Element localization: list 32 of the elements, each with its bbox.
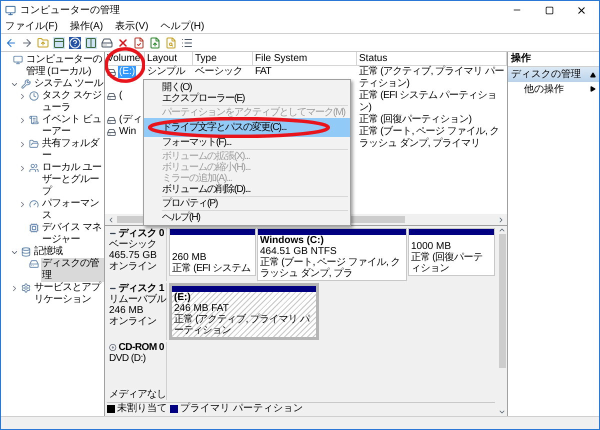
section-title: ディスクの管理: [511, 68, 581, 82]
table-cell-text: 正常 (EFI システム パーティション): [359, 90, 498, 114]
table-cell: シンプル: [147, 66, 185, 78]
table-cell: ベーシック: [195, 66, 242, 78]
partition-name: (E:): [174, 292, 192, 303]
table-cell: FAT: [255, 66, 272, 78]
disk-name: ディスク 1: [118, 283, 164, 294]
disk-name: CD-ROM 0: [118, 342, 164, 353]
legend-label: 未割り当て: [117, 403, 167, 414]
partition-status: 正常 (EFI システム: [172, 263, 252, 274]
disk-state: オンライン: [109, 316, 158, 327]
disk-type: ベーシック: [109, 239, 158, 250]
partition-status: 正常 (アクティブ, プライマリ パーティション: [174, 314, 311, 336]
partition-size: 246 MB FAT: [174, 303, 230, 314]
disk-name: ディスク 0: [118, 228, 164, 239]
disk-size: 465.75 GB: [109, 250, 158, 261]
disk-type: DVD (D:): [109, 353, 147, 364]
table-cell-text: 正常 (アクティブ, プライマリ パーティション): [359, 66, 505, 90]
partition-status: 正常 (回復パーティション: [411, 252, 484, 274]
partition-name: Windows (C:): [260, 235, 325, 246]
legend-label: プライマリ パーティション: [180, 403, 303, 414]
partition-size: 464.51 GB NTFS: [260, 246, 338, 257]
disk-type: リムーバブル: [109, 294, 164, 305]
table-cell-text: 正常 (ブート, ページ ファイル, クラッシュ ダンプ, プライマリ: [359, 126, 500, 150]
partition-size: 260 MB: [172, 252, 208, 263]
disk-size: 246 MB: [109, 305, 144, 316]
partition-status: 正常 (ブート, ページ ファイル, クラッシュ ダンプ, プラ: [260, 257, 401, 279]
window-title: コンピューターの管理: [20, 4, 120, 18]
table-cell-text: 正常 (回復パーティション): [359, 114, 472, 126]
disk-state: オンライン: [109, 261, 158, 272]
disk-state: メディアなし: [109, 389, 164, 400]
partition-size: 1000 MB: [411, 241, 452, 252]
